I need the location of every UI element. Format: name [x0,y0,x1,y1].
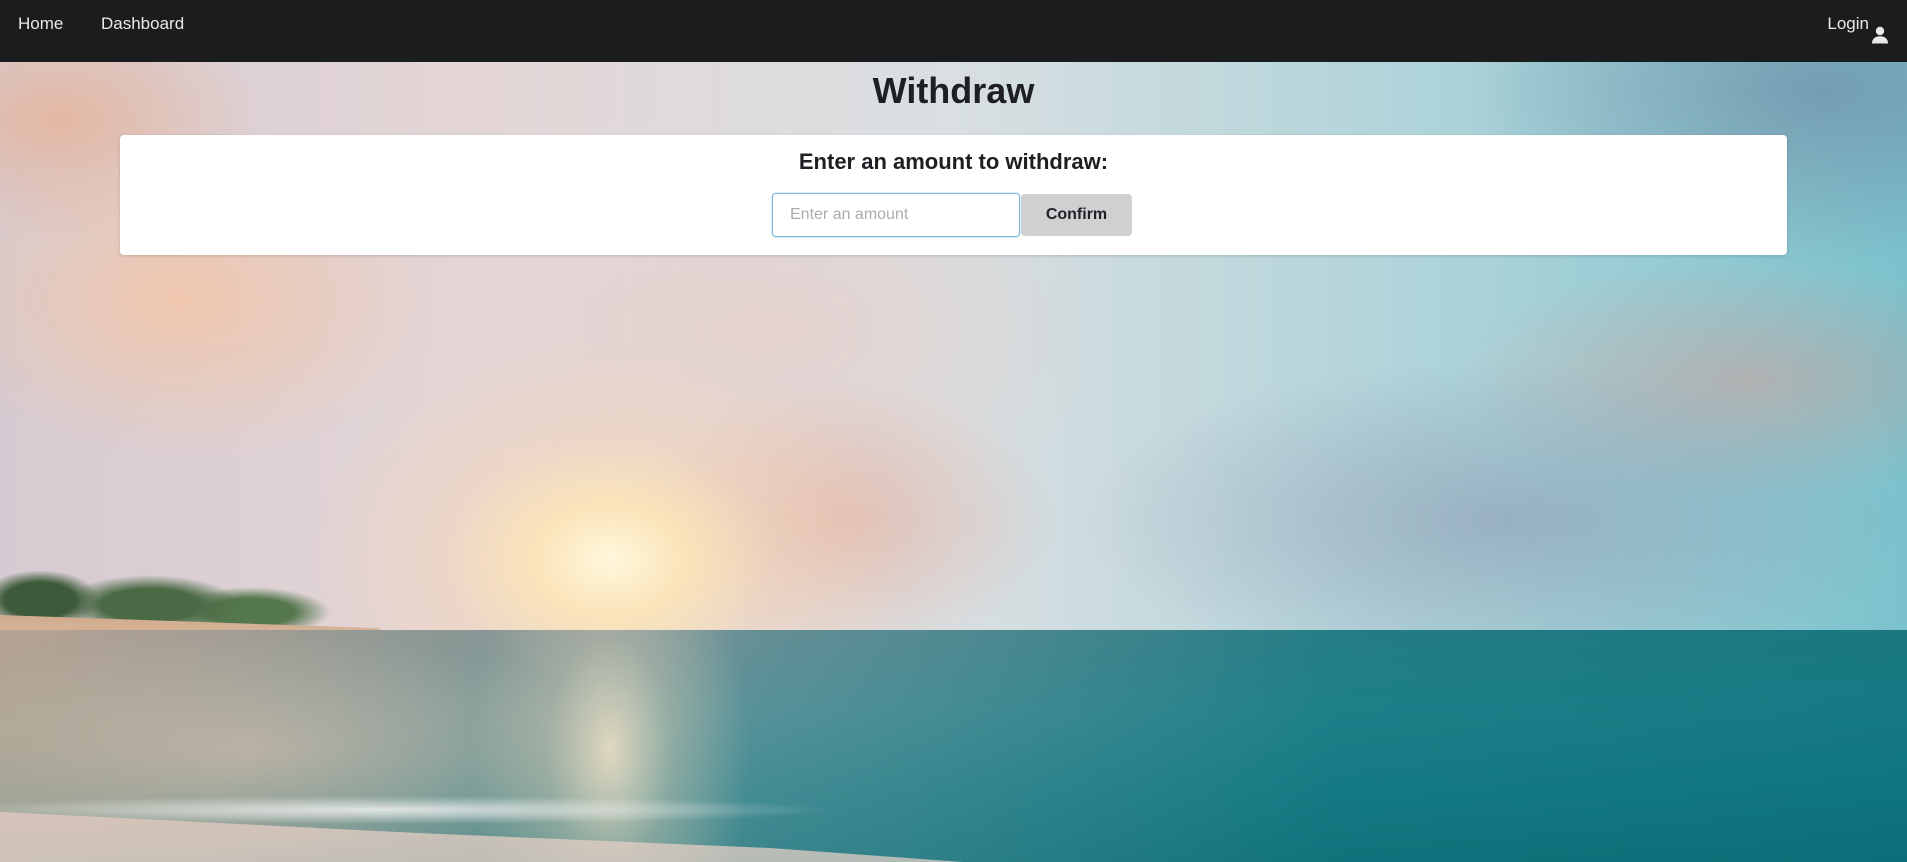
confirm-button[interactable]: Confirm [1021,194,1132,236]
withdraw-heading: Enter an amount to withdraw: [798,149,1109,174]
nav-login-link[interactable]: Login [1827,0,1889,48]
amount-input[interactable] [772,193,1020,237]
top-navbar: Home Dashboard Login [0,0,1907,62]
beach-sunset-background [0,0,1907,862]
palm-trees [0,540,350,630]
nav-home-link[interactable]: Home [18,0,63,48]
page-title: Withdraw [872,70,1035,111]
login-label: Login [1827,14,1869,33]
nav-dashboard-link[interactable]: Dashboard [101,0,184,48]
user-icon [1871,15,1889,44]
withdraw-card: Enter an amount to withdraw: Confirm [120,135,1787,255]
page: Home Dashboard Login Withdraw Enter an a… [0,0,1907,862]
